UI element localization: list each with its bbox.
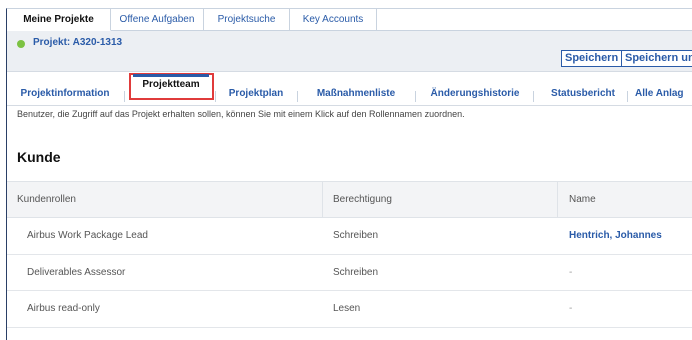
sub-nav-divider bbox=[215, 91, 216, 102]
sub-nav-divider bbox=[297, 91, 298, 102]
subtab-projektplan[interactable]: Projektplan bbox=[223, 85, 289, 105]
subtab-projektteam[interactable]: Projektteam bbox=[133, 74, 209, 96]
permission-cell: Lesen bbox=[333, 303, 361, 314]
role-cell[interactable]: Airbus Work Package Lead bbox=[27, 230, 148, 241]
tab-projektsuche[interactable]: Projektsuche bbox=[204, 9, 290, 31]
status-dot-icon bbox=[17, 40, 25, 48]
project-title[interactable]: Projekt: A320-1313 bbox=[33, 37, 122, 48]
project-sub-nav: Projektinformation Projektteam Projektpl… bbox=[7, 74, 692, 105]
table-header: Kundenrollen Berechtigung Name bbox=[7, 181, 692, 218]
app-frame: Meine Projekte Offene Aufgaben Projektsu… bbox=[6, 8, 692, 340]
tab-bar-fill bbox=[377, 9, 692, 31]
role-cell[interactable]: Deliverables Assessor bbox=[27, 267, 125, 278]
column-divider bbox=[322, 182, 323, 218]
tab-key-accounts[interactable]: Key Accounts bbox=[290, 9, 377, 31]
save-and-button[interactable]: Speichern un bbox=[621, 50, 692, 67]
subtab-massnahmenliste[interactable]: Maßnahmenliste bbox=[307, 85, 405, 105]
column-header-name: Name bbox=[569, 194, 596, 205]
name-link[interactable]: Hentrich, Johannes bbox=[569, 230, 662, 241]
subtab-aenderungshistorie[interactable]: Änderungshistorie bbox=[423, 85, 527, 105]
project-header: Projekt: A320-1313 Speichern Speichern u… bbox=[7, 31, 692, 72]
sub-nav-divider bbox=[627, 91, 628, 102]
sub-nav-divider bbox=[124, 91, 125, 102]
info-text: Benutzer, die Zugriff auf das Projekt er… bbox=[17, 109, 465, 119]
sub-nav-divider bbox=[415, 91, 416, 102]
subtab-projektinformation[interactable]: Projektinformation bbox=[12, 85, 118, 105]
role-cell[interactable]: Airbus read-only bbox=[27, 303, 100, 314]
sub-nav-divider bbox=[533, 91, 534, 102]
tab-offene-aufgaben[interactable]: Offene Aufgaben bbox=[111, 9, 204, 31]
top-tabs: Meine Projekte Offene Aufgaben Projektsu… bbox=[7, 9, 692, 31]
table-row: Deliverables Assessor Schreiben - bbox=[7, 255, 692, 291]
table-row: Airbus Work Package Lead Schreiben Hentr… bbox=[7, 218, 692, 255]
column-header-role: Kundenrollen bbox=[17, 194, 76, 205]
section-title: Kunde bbox=[17, 149, 61, 165]
subtab-statusbericht[interactable]: Statusbericht bbox=[543, 85, 623, 105]
subtab-alle-anlagen[interactable]: Alle Anlag bbox=[635, 85, 692, 105]
save-button[interactable]: Speichern bbox=[561, 50, 623, 67]
roles-table: Kundenrollen Berechtigung Name Airbus Wo… bbox=[7, 181, 692, 328]
column-header-permission: Berechtigung bbox=[333, 194, 392, 205]
name-cell: - bbox=[569, 266, 573, 278]
table-row: Airbus read-only Lesen - bbox=[7, 291, 692, 328]
name-cell: - bbox=[569, 303, 573, 314]
column-divider bbox=[557, 182, 558, 218]
permission-cell: Schreiben bbox=[333, 230, 379, 241]
tab-meine-projekte[interactable]: Meine Projekte bbox=[7, 9, 111, 31]
sub-nav-underline bbox=[7, 105, 692, 106]
permission-cell: Schreiben bbox=[333, 266, 379, 278]
